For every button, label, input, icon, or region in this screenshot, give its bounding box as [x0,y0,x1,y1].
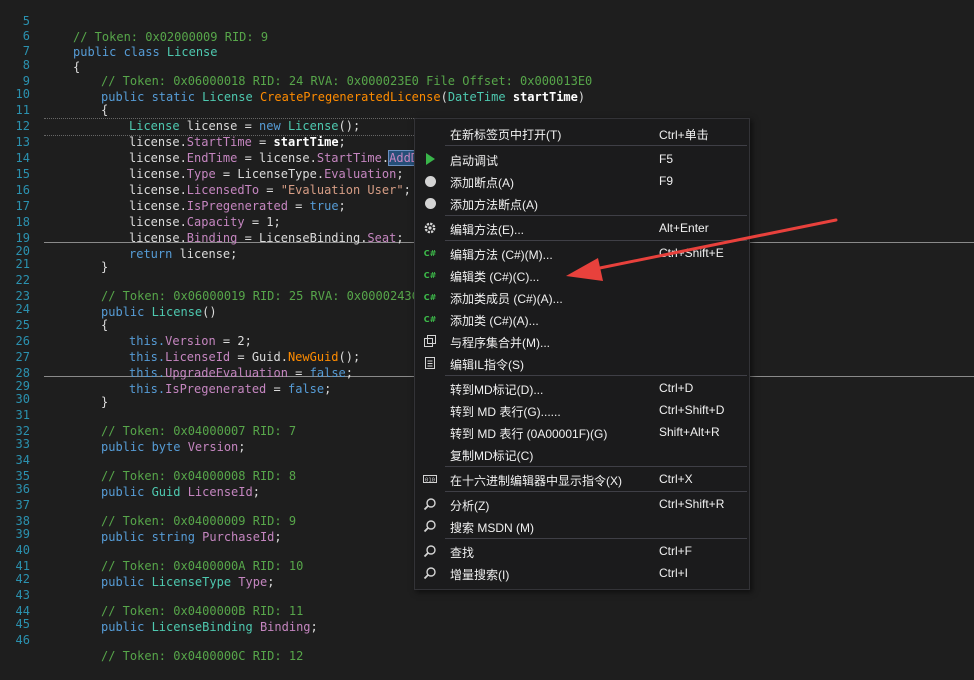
search-icon [423,519,437,533]
menu-item-start-debugging[interactable]: 启动调试 F5 [415,148,749,170]
csharp-icon: C# [423,314,437,324]
code-line: 45 [0,600,974,631]
menu-item-shortcut: Ctrl+X [659,472,693,486]
search-icon [423,497,437,511]
menu-item-find[interactable]: 查找 Ctrl+F [415,540,749,562]
menu-item-add-method-breakpoint[interactable]: 添加方法断点(A) [415,192,749,214]
menu-item-open-in-new-tab[interactable]: 在新标签页中打开(T) Ctrl+单击 [415,122,749,144]
menu-item-label: 添加方法断点(A) [450,198,538,212]
menu-item-label: 添加类 (C#)(A)... [450,314,539,328]
menu-item-shortcut: Ctrl+Shift+E [659,246,724,260]
menu-separator [445,538,747,539]
menu-item-goto-md-table-row-token[interactable]: 转到 MD 表行 (0A00001F)(G) Shift+Alt+R [415,421,749,443]
menu-item-edit-il-instructions[interactable]: 编辑IL指令(S) [415,352,749,374]
menu-item-shortcut: Ctrl+D [659,381,694,395]
menu-item-label: 编辑方法 (C#)(M)... [450,248,553,262]
gear-icon [423,221,437,235]
menu-item-shortcut: F9 [659,174,674,188]
breakpoint-icon [423,196,437,210]
search-icon [423,566,437,580]
code-line: 12 license.StartTime = startTime; [0,102,974,149]
menu-item-shortcut: Ctrl+F [659,544,692,558]
menu-item-edit-class-csharp[interactable]: C# 编辑类 (C#)(C)... [415,264,749,286]
menu-item-merge-with-assembly[interactable]: 与程序集合并(M)... [415,330,749,352]
menu-item-label: 添加断点(A) [450,176,514,190]
csharp-icon: C# [423,248,437,258]
line-number: 46 [15,633,30,647]
menu-item-show-in-hex-editor[interactable]: 010 在十六进制编辑器中显示指令(X) Ctrl+X [415,468,749,490]
menu-item-goto-md-token[interactable]: 转到MD标记(D)... Ctrl+D [415,377,749,399]
code-line: 6 public class License [0,12,974,59]
breakpoint-icon [423,174,437,188]
menu-item-label: 在十六进制编辑器中显示指令(X) [450,474,622,488]
menu-item-label: 复制MD标记(C) [450,449,534,463]
menu-item-label: 编辑类 (C#)(C)... [450,270,540,284]
menu-item-label: 搜索 MSDN (M) [450,521,534,535]
menu-item-edit-method-csharp[interactable]: C# 编辑方法 (C#)(M)... Ctrl+Shift+E [415,242,749,264]
menu-separator [445,466,747,467]
hex-icon: 010 [423,472,437,486]
menu-item-shortcut: Alt+Enter [659,221,709,235]
menu-item-label: 在新标签页中打开(T) [450,128,562,142]
menu-item-label: 添加类成员 (C#)(A)... [450,292,563,306]
menu-item-label: 启动调试 [450,154,499,168]
menu-item-incremental-search[interactable]: 增量搜索(I) Ctrl+I [415,562,749,584]
search-icon [423,544,437,558]
menu-separator [445,491,747,492]
menu-separator [445,240,747,241]
menu-item-label: 编辑IL指令(S) [450,358,525,372]
csharp-icon: C# [423,292,437,302]
menu-item-label: 转到 MD 表行(G)...... [450,405,561,419]
menu-item-edit-method[interactable]: 编辑方法(E)... Alt+Enter [415,217,749,239]
menu-separator [445,145,747,146]
code-line: 10 { [0,70,974,117]
code-line: 8 // Token: 0x06000018 RID: 24 RVA: 0x00… [0,41,974,88]
code-comment: // Token: 0x0400000C RID: 12 [101,649,304,663]
menu-item-label: 转到 MD 表行 (0A00001F)(G) [450,427,608,441]
menu-item-shortcut: F5 [659,152,674,166]
menu-item-shortcut: Ctrl+I [659,566,689,580]
menu-item-label: 查找 [450,546,475,560]
menu-separator [445,375,747,376]
menu-item-add-class-member-csharp[interactable]: C# 添加类成员 (C#)(A)... [415,286,749,308]
menu-item-add-breakpoint[interactable]: 添加断点(A) F9 [415,170,749,192]
menu-item-analyze[interactable]: 分析(Z) Ctrl+Shift+R [415,493,749,515]
menu-item-label: 增量搜索(I) [450,568,510,582]
menu-item-shortcut: Shift+Alt+R [659,425,720,439]
context-menu: 在新标签页中打开(T) Ctrl+单击 启动调试 F5 添加断点(A) F9 添… [414,118,750,590]
il-icon [423,356,437,370]
play-icon [423,152,437,166]
menu-item-shortcut: Ctrl+Shift+R [659,497,725,511]
menu-item-copy-md-token[interactable]: 复制MD标记(C) [415,443,749,465]
code-line: 11 License license = new License(); [0,86,974,133]
menu-item-label: 分析(Z) [450,499,490,513]
csharp-icon: C# [423,270,437,280]
menu-item-label: 与程序集合并(M)... [450,336,550,350]
menu-item-add-class-csharp[interactable]: C# 添加类 (C#)(A)... [415,308,749,330]
menu-item-shortcut: Ctrl+单击 [659,128,709,142]
merge-icon [423,334,437,348]
menu-item-shortcut: Ctrl+Shift+D [659,403,725,417]
menu-item-label: 转到MD标记(D)... [450,383,544,397]
menu-item-goto-md-table-row[interactable]: 转到 MD 表行(G)...... Ctrl+Shift+D [415,399,749,421]
menu-separator [445,215,747,216]
svg-text:010: 010 [425,478,435,484]
code-line: 46 // Token: 0x0400000C RID: 12 [0,616,974,663]
menu-item-search-msdn[interactable]: 搜索 MSDN (M) [415,515,749,537]
menu-item-label: 编辑方法(E)... [450,223,524,237]
